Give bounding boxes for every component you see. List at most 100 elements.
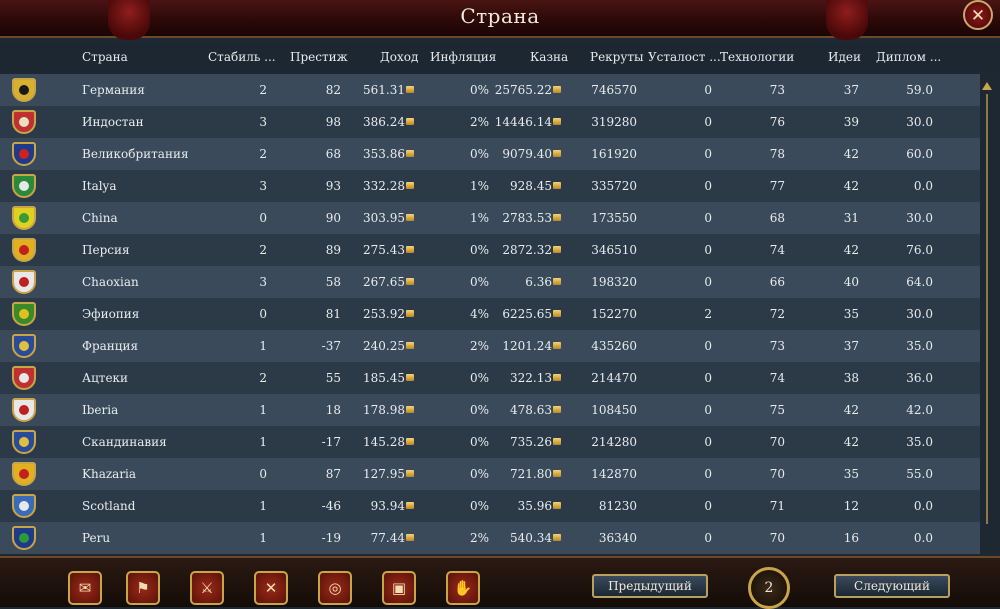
war-weariness-value: 2 [670, 307, 712, 321]
table-row[interactable]: Великобритания 2 68 353.86 0% 9079.40 161920 0 7… [0, 138, 980, 170]
table-row[interactable]: Peru 1 -19 77.44 2% 540.34 36340 0 70 16 0.0 [0, 522, 980, 554]
gold-coin-icon [406, 182, 414, 189]
column-header-manpower[interactable]: Рекруты [590, 50, 644, 64]
column-header-treasury[interactable]: Казна [530, 50, 568, 64]
flag-icon[interactable]: ⚑ [126, 571, 160, 605]
column-header-stability[interactable]: Стабиль ... [208, 50, 276, 64]
country-flag-icon[interactable] [12, 206, 36, 230]
column-header-war-weariness[interactable]: Усталост ... [648, 50, 721, 64]
bottom-bar: ✉ ⚑ ⚔ ✕ ◎ ▣ ✋ Предыдущий 2 Следующий [0, 556, 1000, 609]
table-row[interactable]: Персия 2 89 275.43 0% 2872.32 346510 0 74 42 76.0 [0, 234, 980, 266]
column-header-prestige[interactable]: Престиж [290, 50, 348, 64]
column-header-technology[interactable]: Технологии [720, 50, 794, 64]
prestige-value-text: 98 [325, 115, 341, 129]
crate-icon[interactable]: ▣ [382, 571, 416, 605]
country-flag-icon[interactable] [12, 78, 36, 102]
army-icon[interactable]: ⚔ [190, 571, 224, 605]
manpower-value-text: 746570 [591, 83, 637, 97]
country-flag-icon[interactable] [12, 526, 36, 550]
scrollbar[interactable] [982, 82, 992, 542]
gold-coin-icon [406, 534, 414, 541]
country-flag-icon[interactable] [12, 302, 36, 326]
stability-value-text: 2 [259, 83, 267, 97]
handshake-icon[interactable]: ✋ [446, 571, 480, 605]
country-flag-icon[interactable] [12, 174, 36, 198]
flag-emblem-icon [19, 373, 29, 383]
country-flag-icon[interactable] [12, 398, 36, 422]
flag-emblem-icon [19, 117, 29, 127]
stability-value-text: 0 [259, 307, 267, 321]
coins-icon[interactable]: ◎ [318, 571, 352, 605]
country-flag-icon[interactable] [12, 494, 36, 518]
technology-value: 70 [740, 467, 785, 481]
column-header-inflation[interactable]: Инфляция [430, 50, 496, 64]
country-name-text: Peru [82, 531, 111, 545]
ideas-value-text: 42 [843, 147, 859, 161]
country-name: China [82, 211, 202, 225]
scroll-icon[interactable]: ✉ [68, 571, 102, 605]
scroll-up-arrow-icon[interactable] [982, 82, 992, 90]
country-flag-icon[interactable] [12, 142, 36, 166]
scroll-track[interactable] [986, 94, 988, 524]
country-flag-icon[interactable] [12, 366, 36, 390]
column-header-ideas[interactable]: Идеи [828, 50, 861, 64]
diplomacy-value-text: 36.0 [906, 371, 933, 385]
table-row[interactable]: Скандинавия 1 -17 145.28 0% 735.26 214280 0 70 42… [0, 426, 980, 458]
manpower-value: 335720 [570, 179, 637, 193]
ideas-value: 37 [820, 339, 859, 353]
next-page-button[interactable]: Следующий [834, 574, 950, 598]
table-row[interactable]: Эфиопия 0 81 253.92 4% 6225.65 152270 2 72 35 30.0 [0, 298, 980, 330]
country-flag-icon[interactable] [12, 238, 36, 262]
country-flag-icon[interactable] [12, 430, 36, 454]
flag-emblem-icon [19, 469, 29, 479]
diplomacy-value: 55.0 [880, 467, 933, 481]
table-row[interactable]: Ацтеки 2 55 185.45 0% 322.13 214470 0 74 38 36.0 [0, 362, 980, 394]
diplomacy-value: 36.0 [880, 371, 933, 385]
gold-coin-icon [406, 374, 414, 381]
table-row[interactable]: Индостан 3 98 386.24 2% 14446.14 319280 0 76 39 30… [0, 106, 980, 138]
table-row[interactable]: Франция 1 -37 240.25 2% 1201.24 435260 0 73 37 35.… [0, 330, 980, 362]
stability-value: 0 [207, 307, 267, 321]
country-name: Scotland [82, 499, 202, 513]
diplomacy-value-text: 30.0 [906, 211, 933, 225]
table-row[interactable]: Khazaria 0 87 127.95 0% 721.80 142870 0 70 35 55.0 [0, 458, 980, 490]
diplomacy-value: 0.0 [880, 531, 933, 545]
close-button[interactable]: ✕ [963, 0, 993, 30]
country-name-text: Персия [82, 243, 130, 257]
treasury-value: 928.45 [480, 179, 561, 193]
war-weariness-value-text: 0 [704, 275, 712, 289]
column-header-income[interactable]: Доход [380, 50, 418, 64]
income-value: 185.45 [340, 371, 414, 385]
manpower-value-text: 108450 [591, 403, 637, 417]
manpower-value-text: 198320 [591, 275, 637, 289]
diplomacy-value-text: 0.0 [913, 499, 933, 513]
gold-coin-icon [553, 310, 561, 317]
table-row[interactable]: Chaoxian 3 58 267.65 0% 6.36 198320 0 66 40 64.0 [0, 266, 980, 298]
swords-icon[interactable]: ✕ [254, 571, 288, 605]
income-value: 353.86 [340, 147, 414, 161]
technology-value-text: 76 [769, 115, 785, 129]
table-row[interactable]: Iberia 1 18 178.98 0% 478.63 108450 0 75 42 42.0 [0, 394, 980, 426]
country-flag-icon[interactable] [12, 270, 36, 294]
country-flag-icon[interactable] [12, 110, 36, 134]
war-weariness-value: 0 [670, 403, 712, 417]
prestige-value-text: 87 [325, 467, 341, 481]
column-header-diplomacy[interactable]: Диплом ... [876, 50, 941, 64]
column-header-country[interactable]: Страна [82, 50, 128, 64]
income-value-text: 253.92 [363, 307, 405, 321]
previous-page-button[interactable]: Предыдущий [592, 574, 708, 598]
table-row[interactable]: Scotland 1 -46 93.94 0% 35.96 81230 0 71 12 0.0 [0, 490, 980, 522]
table-row[interactable]: China 0 90 303.95 1% 2783.53 173550 0 68 31 30.0 [0, 202, 980, 234]
diplomacy-value: 30.0 [880, 211, 933, 225]
treasury-value: 25765.22 [480, 83, 561, 97]
country-flag-icon[interactable] [12, 462, 36, 486]
prestige-value: -46 [280, 499, 341, 513]
technology-value: 71 [740, 499, 785, 513]
table-row[interactable]: Italya 3 93 332.28 1% 928.45 335720 0 77 42 0.0 [0, 170, 980, 202]
country-flag-icon[interactable] [12, 334, 36, 358]
technology-value: 70 [740, 531, 785, 545]
stability-value: 2 [207, 83, 267, 97]
manpower-value: 173550 [570, 211, 637, 225]
table-row[interactable]: Германия 2 82 561.31 0% 25765.22 746570 0 73 37 59… [0, 74, 980, 106]
war-weariness-value: 0 [670, 499, 712, 513]
